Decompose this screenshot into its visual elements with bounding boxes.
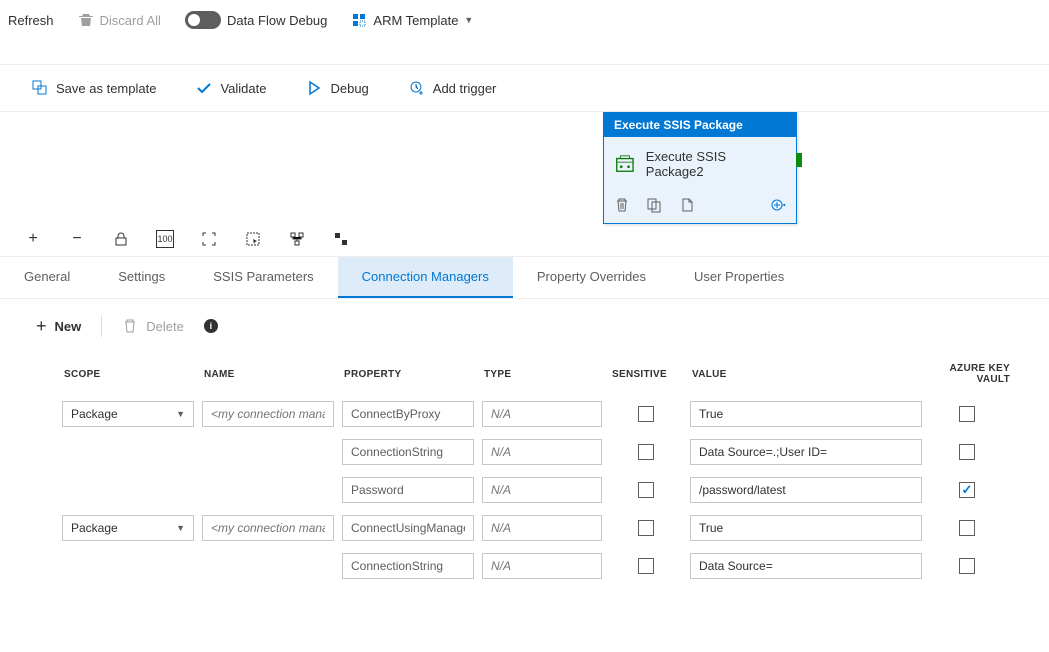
type-input[interactable] [482,515,602,541]
azure-key-vault-checkbox[interactable] [959,558,975,574]
type-input[interactable] [482,477,602,503]
sensitive-checkbox[interactable] [638,406,654,422]
name-input[interactable] [202,401,334,427]
sensitive-checkbox[interactable] [638,482,654,498]
arm-template-dropdown[interactable]: ARM Template ▼ [351,12,473,28]
connection-managers-table: SCOPE NAME PROPERTY TYPE SENSITIVE VALUE… [0,353,1049,585]
table-action-bar: + New Delete i [0,299,1049,353]
copy-icon[interactable] [678,197,694,213]
type-input[interactable] [482,401,602,427]
sensitive-checkbox[interactable] [638,558,654,574]
data-flow-debug-toggle[interactable]: Data Flow Debug [185,11,327,29]
tab-settings[interactable]: Settings [94,257,189,298]
activity-node[interactable]: Execute SSIS Package Execute SSIS Packag… [603,112,797,224]
refresh-button[interactable]: Refresh [8,13,54,28]
pipeline-canvas[interactable]: Execute SSIS Package Execute SSIS Packag… [0,112,1049,222]
chevron-down-icon: ▼ [176,523,185,533]
property-input[interactable] [342,401,474,427]
top-toolbar: Refresh Discard All Data Flow Debug ARM … [0,0,1049,40]
discard-all-button[interactable]: Discard All [78,12,161,28]
tab-user-properties[interactable]: User Properties [670,257,808,298]
sensitive-checkbox[interactable] [638,444,654,460]
azure-key-vault-checkbox[interactable] [959,444,975,460]
add-trigger-icon [409,80,425,96]
value-input[interactable]: True [690,515,922,541]
activity-output-handle[interactable] [796,153,802,167]
save-as-template-button[interactable]: Save as template [32,80,156,96]
pipeline-toolbar: Save as template Validate Debug Add trig… [0,64,1049,112]
auto-align-icon[interactable] [288,230,306,248]
scope-dropdown[interactable]: Package▼ [62,515,194,541]
value-input[interactable]: Data Source=.;User ID= [690,439,922,465]
layout-icon[interactable] [332,230,350,248]
new-button[interactable]: + New [36,316,81,337]
clone-icon[interactable] [646,197,662,213]
azure-key-vault-checkbox[interactable] [959,520,975,536]
add-icon[interactable]: + [24,230,42,248]
table-row: Data Source= [26,547,1023,585]
zoom-fit-icon[interactable] [200,230,218,248]
type-input[interactable] [482,553,602,579]
tab-connection-managers[interactable]: Connection Managers [338,257,513,298]
activity-footer [604,191,796,223]
table-row: Data Source=.;User ID= [26,433,1023,471]
ssis-package-icon [614,153,636,175]
validate-button[interactable]: Validate [196,80,266,96]
delete-button[interactable]: Delete [122,318,184,334]
table-row: /password/latest [26,471,1023,509]
tab-general[interactable]: General [0,257,94,298]
chevron-down-icon: ▼ [176,409,185,419]
property-input[interactable] [342,477,474,503]
name-input[interactable] [202,515,334,541]
azure-key-vault-checkbox[interactable] [959,482,975,498]
table-row: Package▼ True [26,509,1023,547]
lock-icon[interactable] [112,230,130,248]
checkmark-icon [196,80,212,96]
zoom-select-icon[interactable] [244,230,262,248]
tab-ssis-parameters[interactable]: SSIS Parameters [189,257,337,298]
value-input[interactable]: /password/latest [690,477,922,503]
property-input[interactable] [342,553,474,579]
sensitive-checkbox[interactable] [638,520,654,536]
toggle-switch[interactable] [185,11,221,29]
add-output-icon[interactable] [770,197,786,213]
fit-100-icon[interactable]: 100 [156,230,174,248]
activity-type-header: Execute SSIS Package [604,113,796,137]
add-trigger-button[interactable]: Add trigger [409,80,497,96]
save-template-icon [32,80,48,96]
property-input[interactable] [342,515,474,541]
activity-name: Execute SSIS Package2 [646,149,786,179]
value-input[interactable]: Data Source= [690,553,922,579]
property-input[interactable] [342,439,474,465]
table-header: SCOPE NAME PROPERTY TYPE SENSITIVE VALUE… [26,353,1023,395]
trash-icon [122,318,138,334]
value-input[interactable]: True [690,401,922,427]
remove-icon[interactable]: − [68,230,86,248]
chevron-down-icon: ▼ [464,15,473,25]
play-icon [306,80,322,96]
delete-icon[interactable] [614,197,630,213]
info-icon[interactable]: i [204,319,218,333]
settings-tabs: General Settings SSIS Parameters Connect… [0,257,1049,299]
debug-button[interactable]: Debug [306,80,368,96]
discard-icon [78,12,94,28]
table-row: Package▼ True [26,395,1023,433]
type-input[interactable] [482,439,602,465]
azure-key-vault-checkbox[interactable] [959,406,975,422]
activity-body: Execute SSIS Package2 [604,137,796,191]
tab-property-overrides[interactable]: Property Overrides [513,257,670,298]
scope-dropdown[interactable]: Package▼ [62,401,194,427]
canvas-toolbar: + − 100 [0,222,1049,257]
arm-template-icon [351,12,367,28]
